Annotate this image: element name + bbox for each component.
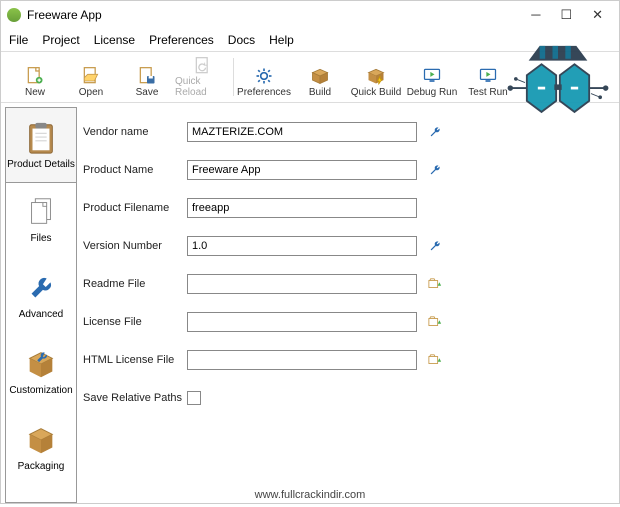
file-save-icon: [136, 65, 158, 87]
side-tabs: Product Details Files Advanced Customiza…: [5, 107, 77, 503]
toolbar-new[interactable]: New: [7, 56, 63, 98]
form-area: Vendor name Product Name Product Filenam…: [77, 103, 619, 507]
product-input[interactable]: [187, 160, 417, 180]
html-license-label: HTML License File: [83, 354, 187, 366]
gear-icon: [253, 65, 275, 87]
vendor-label: Vendor name: [83, 126, 187, 138]
tab-advanced[interactable]: Advanced: [6, 258, 76, 334]
app-icon: [7, 8, 21, 22]
wrench-big-icon: [25, 271, 57, 305]
version-label: Version Number: [83, 240, 187, 252]
readme-browse-button[interactable]: [427, 276, 443, 292]
toolbar-quick-build[interactable]: Quick Build: [348, 56, 404, 98]
menubar: File Project License Preferences Docs He…: [1, 29, 619, 51]
license-label: License File: [83, 316, 187, 328]
titlebar: Freeware App ─ ☐ ✕: [1, 1, 619, 29]
menu-file[interactable]: File: [9, 33, 28, 47]
toolbar-debug-run[interactable]: Debug Run: [404, 56, 460, 98]
screen-play-icon: [421, 65, 443, 87]
box-wrench-icon: [25, 347, 57, 381]
toolbar-open[interactable]: Open: [63, 56, 119, 98]
workspace: Product Details Files Advanced Customiza…: [1, 103, 619, 507]
relpaths-label: Save Relative Paths: [83, 392, 187, 404]
menu-preferences[interactable]: Preferences: [149, 33, 214, 47]
box-plain-icon: [25, 423, 57, 457]
tab-packaging[interactable]: Packaging: [6, 410, 76, 486]
menu-help[interactable]: Help: [269, 33, 294, 47]
filename-input[interactable]: [187, 198, 417, 218]
file-new-icon: [24, 65, 46, 87]
box-lightning-icon: [365, 65, 387, 87]
box-icon: [309, 65, 331, 87]
tab-product-details[interactable]: Product Details: [5, 107, 77, 183]
filename-label: Product Filename: [83, 202, 187, 214]
vendor-wrench-button[interactable]: [427, 124, 443, 140]
tab-customization[interactable]: Customization: [6, 334, 76, 410]
toolbar-build[interactable]: Build: [292, 56, 348, 98]
version-wrench-button[interactable]: [427, 238, 443, 254]
maximize-button[interactable]: ☐: [560, 7, 572, 23]
toolbar-divider: [233, 58, 234, 96]
clipboard-icon: [25, 121, 57, 155]
toolbar-quick-reload: Quick Reload: [175, 56, 231, 98]
menu-project[interactable]: Project: [42, 33, 79, 47]
toolbar-test-run[interactable]: Test Run: [460, 56, 516, 98]
screen-play-icon: [477, 65, 499, 87]
menu-docs[interactable]: Docs: [228, 33, 255, 47]
footer-watermark: www.fullcrackindir.com: [1, 489, 619, 501]
tab-files[interactable]: Files: [6, 182, 76, 258]
toolbar: New Open Save Quick Reload Preferences B…: [1, 51, 619, 103]
readme-input[interactable]: [187, 274, 417, 294]
license-browse-button[interactable]: [427, 314, 443, 330]
version-input[interactable]: [187, 236, 417, 256]
relpaths-checkbox[interactable]: [187, 391, 201, 405]
menu-license[interactable]: License: [94, 33, 135, 47]
product-wrench-button[interactable]: [427, 162, 443, 178]
vendor-input[interactable]: [187, 122, 417, 142]
product-label: Product Name: [83, 164, 187, 176]
html-license-input[interactable]: [187, 350, 417, 370]
window-title: Freeware App: [27, 8, 102, 22]
file-open-icon: [80, 65, 102, 87]
reload-icon: [192, 56, 214, 76]
close-button[interactable]: ✕: [592, 7, 603, 23]
toolbar-save[interactable]: Save: [119, 56, 175, 98]
license-input[interactable]: [187, 312, 417, 332]
html-license-browse-button[interactable]: [427, 352, 443, 368]
files-icon: [25, 195, 57, 229]
readme-label: Readme File: [83, 278, 187, 290]
minimize-button[interactable]: ─: [531, 7, 540, 23]
toolbar-preferences[interactable]: Preferences: [236, 56, 292, 98]
